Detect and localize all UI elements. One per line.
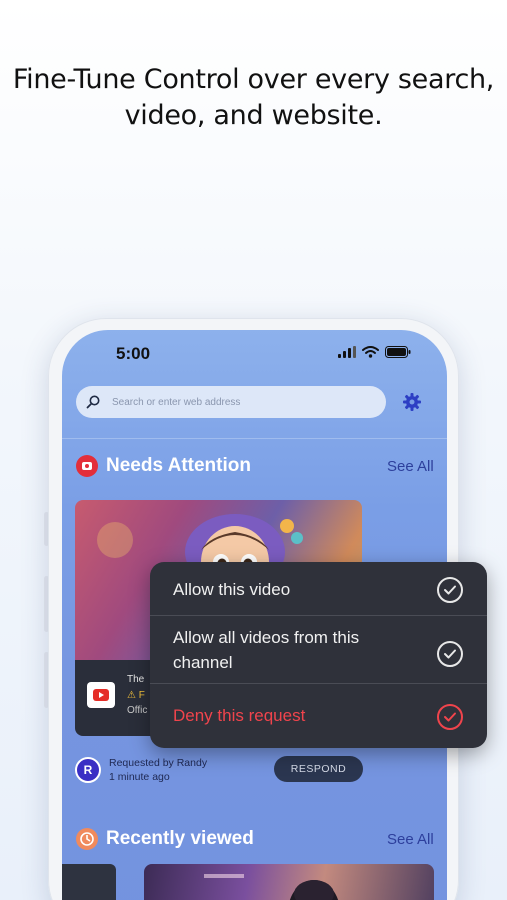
battery-icon [385, 346, 411, 358]
recently-viewed-see-all-link[interactable]: See All [387, 831, 434, 848]
search-bar[interactable] [76, 386, 386, 418]
video-title: The [127, 674, 145, 685]
allow-video-option[interactable]: Allow this video [150, 562, 487, 616]
deny-request-option[interactable]: Deny this request [150, 684, 487, 748]
divider [62, 438, 447, 439]
person-image [204, 874, 339, 900]
respond-button[interactable]: RESPOND [274, 756, 363, 782]
request-time: 1 minute ago [109, 771, 170, 783]
check-icon [437, 641, 463, 667]
recently-viewed-icon [76, 828, 98, 850]
allow-channel-option[interactable]: Allow all videos from this channel [150, 616, 487, 684]
recent-thumbnail[interactable] [144, 864, 434, 900]
avatar: R [75, 757, 101, 783]
search-input[interactable] [112, 396, 352, 408]
deny-request-label: Deny this request [173, 706, 306, 725]
recent-thumbnail[interactable] [62, 864, 116, 900]
signal-icon [338, 346, 356, 358]
channel-name: Offic [127, 705, 148, 716]
warning-text: ⚠ F [127, 690, 145, 701]
needs-attention-see-all-link[interactable]: See All [387, 458, 434, 475]
gear-icon[interactable] [402, 392, 422, 412]
headline: Fine-Tune Control over every search, vid… [12, 64, 495, 131]
action-popup-menu: Allow this video Allow all videos from t… [150, 562, 487, 748]
needs-attention-title: Needs Attention [106, 455, 251, 476]
deny-check-icon [437, 704, 463, 730]
status-time: 5:00 [116, 344, 151, 363]
check-icon [437, 577, 463, 603]
search-icon [86, 395, 100, 409]
recently-viewed-title: Recently viewed [106, 828, 254, 849]
request-info: R Requested by Randy 1 minute ago [75, 756, 207, 784]
wifi-icon [362, 346, 379, 358]
allow-channel-label: Allow all videos from this channel [173, 628, 360, 672]
needs-attention-icon [76, 455, 98, 477]
allow-video-label: Allow this video [173, 580, 291, 599]
requested-by-text: Requested by Randy [109, 757, 208, 769]
youtube-icon [87, 682, 115, 708]
status-icons [338, 346, 411, 358]
